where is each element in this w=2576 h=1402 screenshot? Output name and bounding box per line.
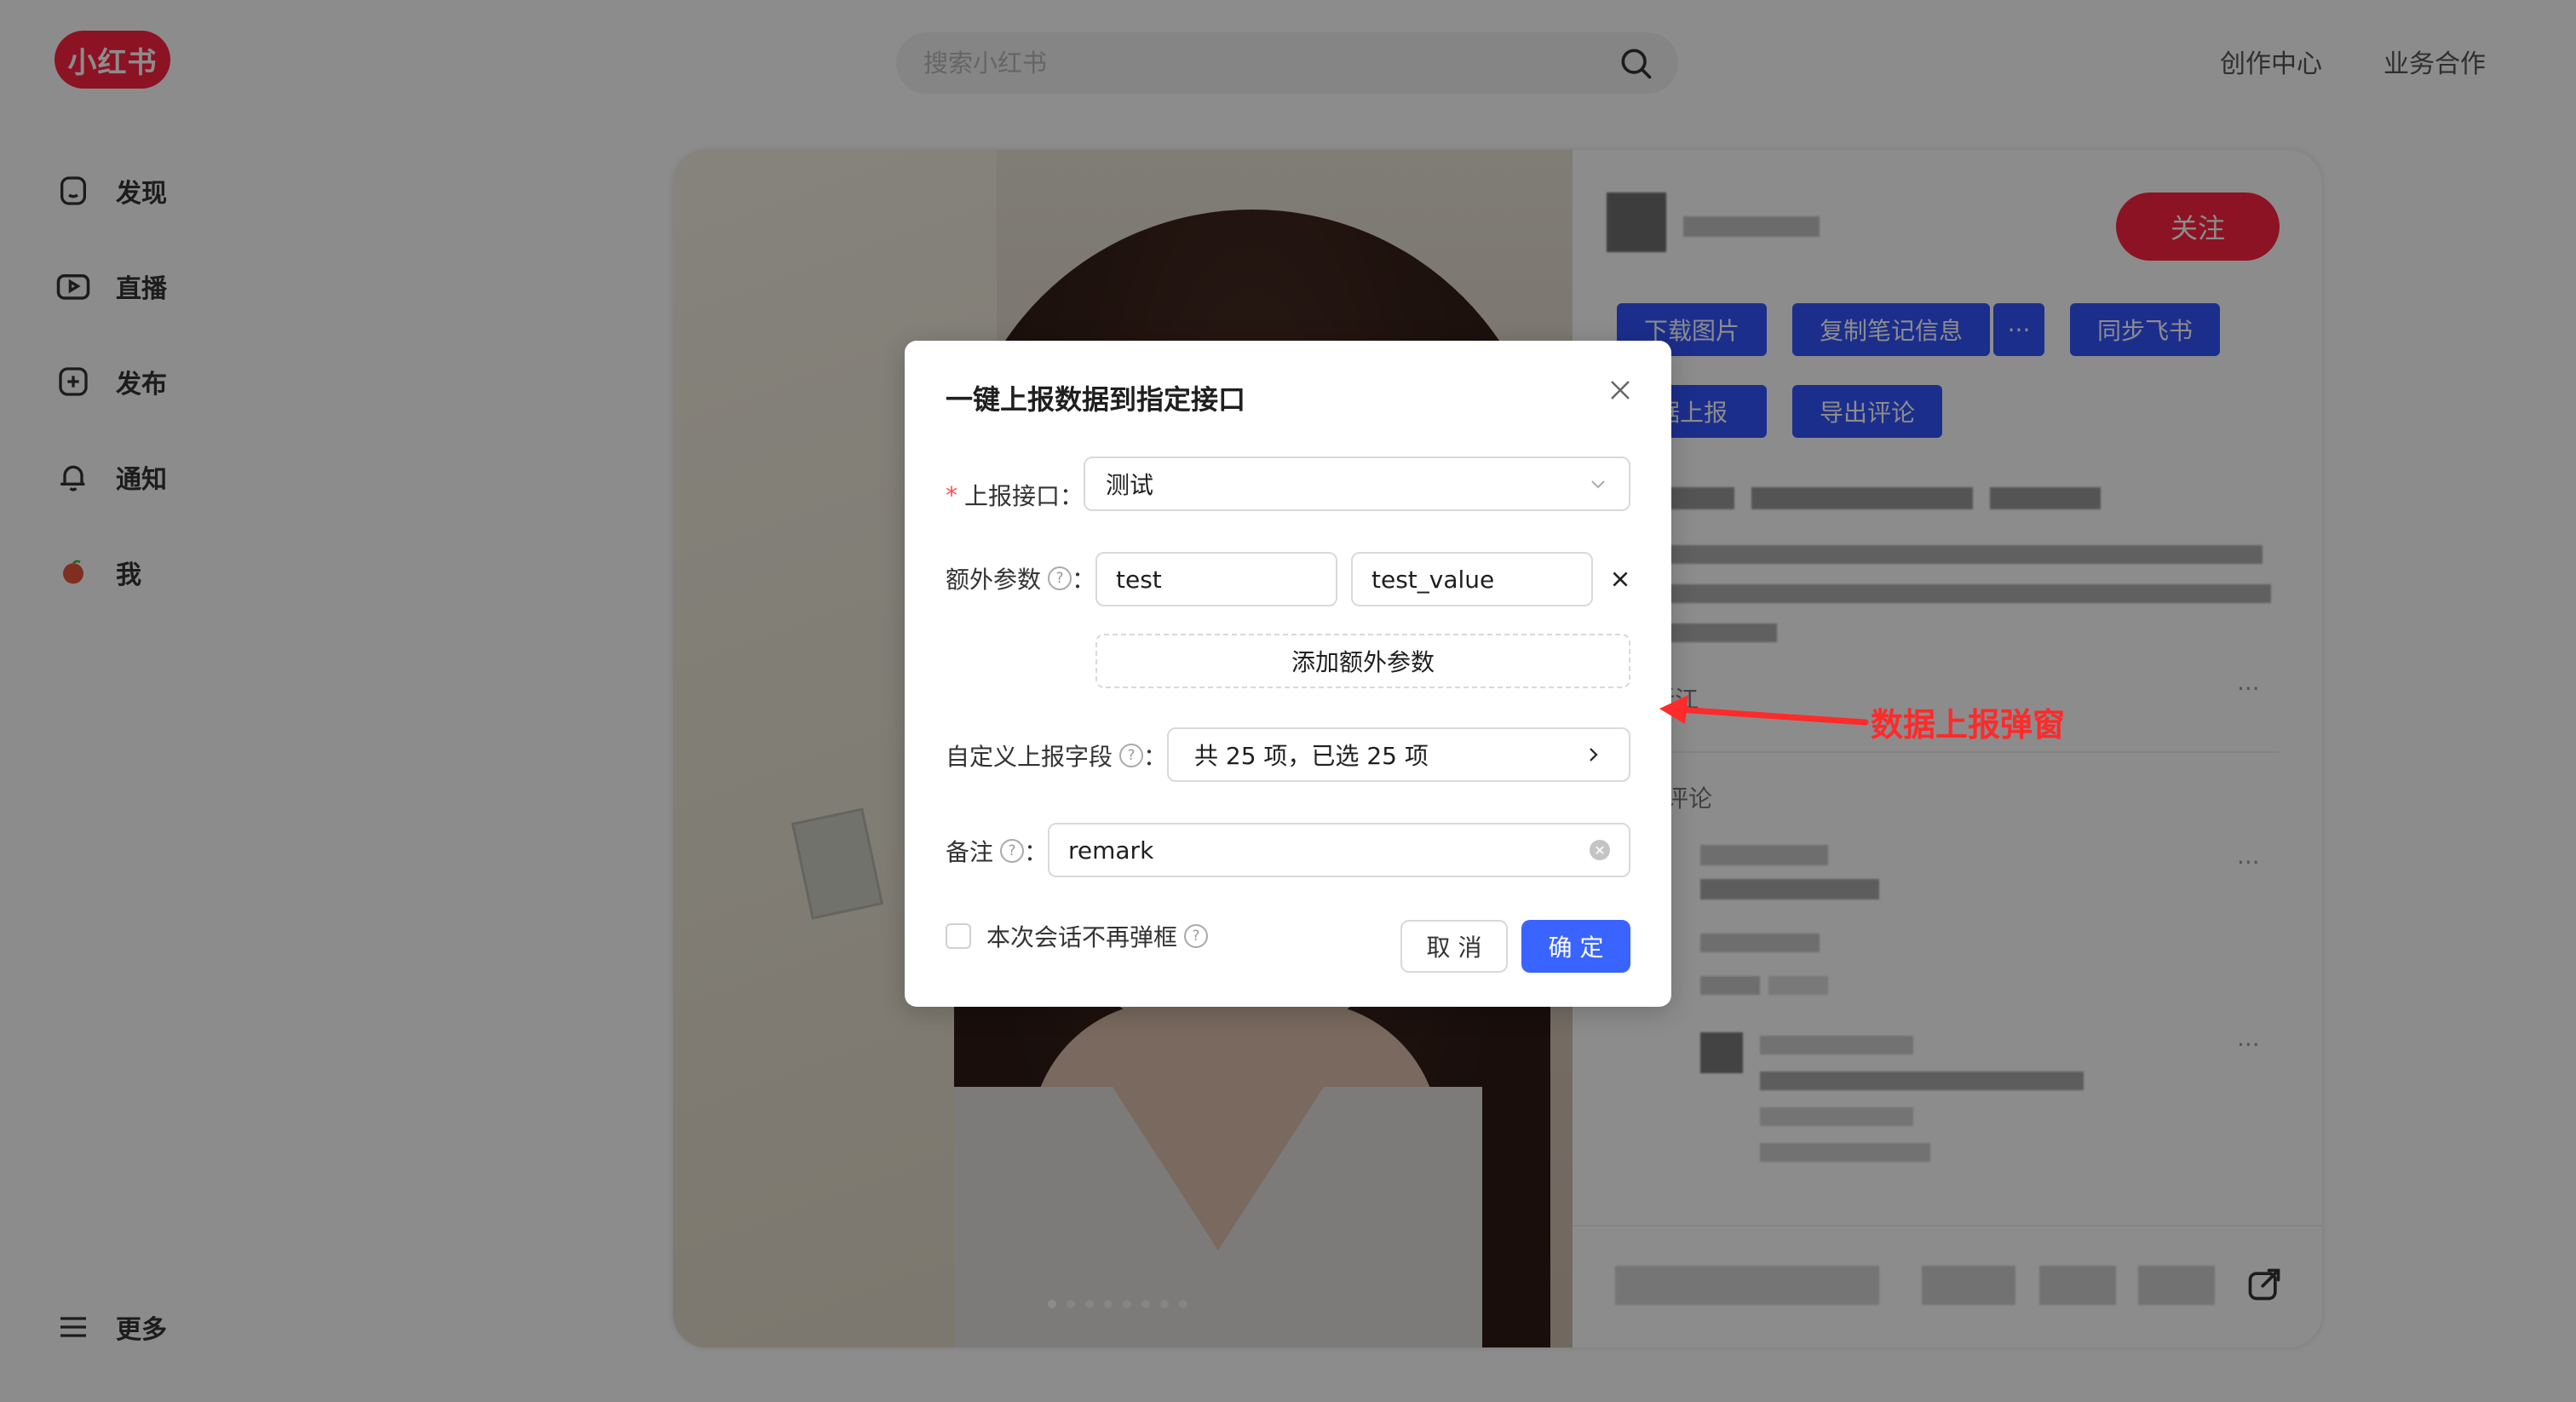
endpoint-value: 测试: [1106, 471, 1154, 499]
no-popup-checkbox[interactable]: [946, 923, 971, 949]
extra-param-key-input[interactable]: test: [1095, 552, 1337, 606]
endpoint-select[interactable]: 测试: [1084, 457, 1630, 511]
add-extra-param-button[interactable]: 添加额外参数: [1095, 634, 1630, 688]
help-icon[interactable]: ?: [1048, 566, 1072, 590]
annotation-label: 数据上报弹窗: [1871, 706, 2066, 744]
help-icon[interactable]: ?: [1119, 744, 1144, 767]
close-icon[interactable]: [1601, 371, 1639, 409]
remark-label: 备注?：: [946, 838, 1049, 866]
extra-param-value-input[interactable]: test_value: [1351, 552, 1593, 606]
custom-fields-selector[interactable]: 共 25 项，已选 25 项: [1167, 727, 1630, 782]
dialog-title: 一键上报数据到指定接口: [946, 383, 1246, 416]
report-data-dialog: 一键上报数据到指定接口 * 上报接口： 测试 额外参数?： test test_v…: [905, 341, 1671, 1007]
no-popup-label[interactable]: 本次会话不再弹框?: [986, 910, 1209, 962]
remove-param-icon[interactable]: [1605, 564, 1636, 595]
endpoint-label: * 上报接口：: [946, 480, 1084, 511]
extra-params-label: 额外参数?：: [946, 566, 1096, 594]
custom-fields-label: 自定义上报字段?：: [946, 743, 1168, 771]
annotation-arrow-icon: [1659, 695, 1869, 726]
remark-input[interactable]: remark ✕: [1048, 823, 1630, 877]
cancel-button[interactable]: 取 消: [1400, 920, 1508, 973]
help-icon[interactable]: ?: [1000, 839, 1025, 863]
help-icon[interactable]: ?: [1184, 924, 1209, 948]
chevron-right-icon: [1590, 748, 1598, 761]
confirm-button[interactable]: 确 定: [1521, 920, 1630, 973]
clear-icon[interactable]: ✕: [1590, 840, 1610, 860]
chevron-down-icon: [1591, 480, 1605, 489]
